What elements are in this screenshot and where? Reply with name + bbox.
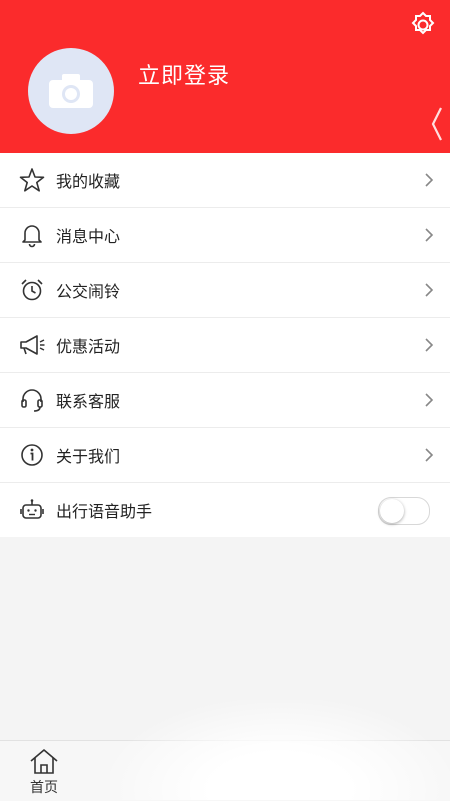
voice-assistant-toggle[interactable] <box>378 497 430 525</box>
menu-item-customer-service[interactable]: 联系客服 <box>0 373 450 428</box>
menu-item-label: 优惠活动 <box>56 337 121 356</box>
megaphone-icon <box>18 331 46 359</box>
camera-icon <box>49 74 93 108</box>
blur-overlay <box>110 700 450 800</box>
menu-item-label: 联系客服 <box>56 392 121 411</box>
menu-item-label: 我的收藏 <box>56 172 121 191</box>
home-icon <box>30 749 58 774</box>
avatar[interactable] <box>28 48 114 134</box>
tab-home[interactable]: 首页 <box>0 741 90 801</box>
menu-item-label: 关于我们 <box>56 447 121 466</box>
menu-item-about-us[interactable]: 关于我们 <box>0 428 450 483</box>
menu-item-label: 出行语音助手 <box>56 502 153 521</box>
robot-icon <box>18 496 46 524</box>
star-icon <box>18 166 46 194</box>
bell-icon <box>18 221 46 249</box>
chevron-right-icon <box>425 228 434 242</box>
chevron-right-icon <box>425 173 434 187</box>
chevron-left-icon[interactable] <box>430 106 444 142</box>
info-icon <box>18 441 46 469</box>
menu-item-favorites[interactable]: 我的收藏 <box>0 153 450 208</box>
chevron-right-icon <box>425 448 434 462</box>
gear-icon <box>411 11 435 35</box>
tab-label: 首页 <box>30 780 58 796</box>
menu-item-voice-assistant: 出行语音助手 <box>0 483 450 537</box>
login-link[interactable]: 立即登录 <box>138 58 230 90</box>
menu-item-label: 消息中心 <box>56 227 121 246</box>
chevron-right-icon <box>425 283 434 297</box>
chevron-right-icon <box>425 338 434 352</box>
menu-item-promotions[interactable]: 优惠活动 <box>0 318 450 373</box>
menu-item-bus-alarm[interactable]: 公交闹铃 <box>0 263 450 318</box>
menu-item-messages[interactable]: 消息中心 <box>0 208 450 263</box>
alarm-clock-icon <box>18 276 46 304</box>
settings-button[interactable] <box>408 10 438 40</box>
chevron-right-icon <box>425 393 434 407</box>
toggle-knob <box>380 499 404 523</box>
menu-list: 我的收藏 消息中心 公交闹铃 优惠活动 联系客服 关于我们 出行语音助手 <box>0 153 450 537</box>
profile-header: 立即登录 <box>0 0 450 153</box>
headset-icon <box>18 386 46 414</box>
menu-item-label: 公交闹铃 <box>56 282 121 301</box>
